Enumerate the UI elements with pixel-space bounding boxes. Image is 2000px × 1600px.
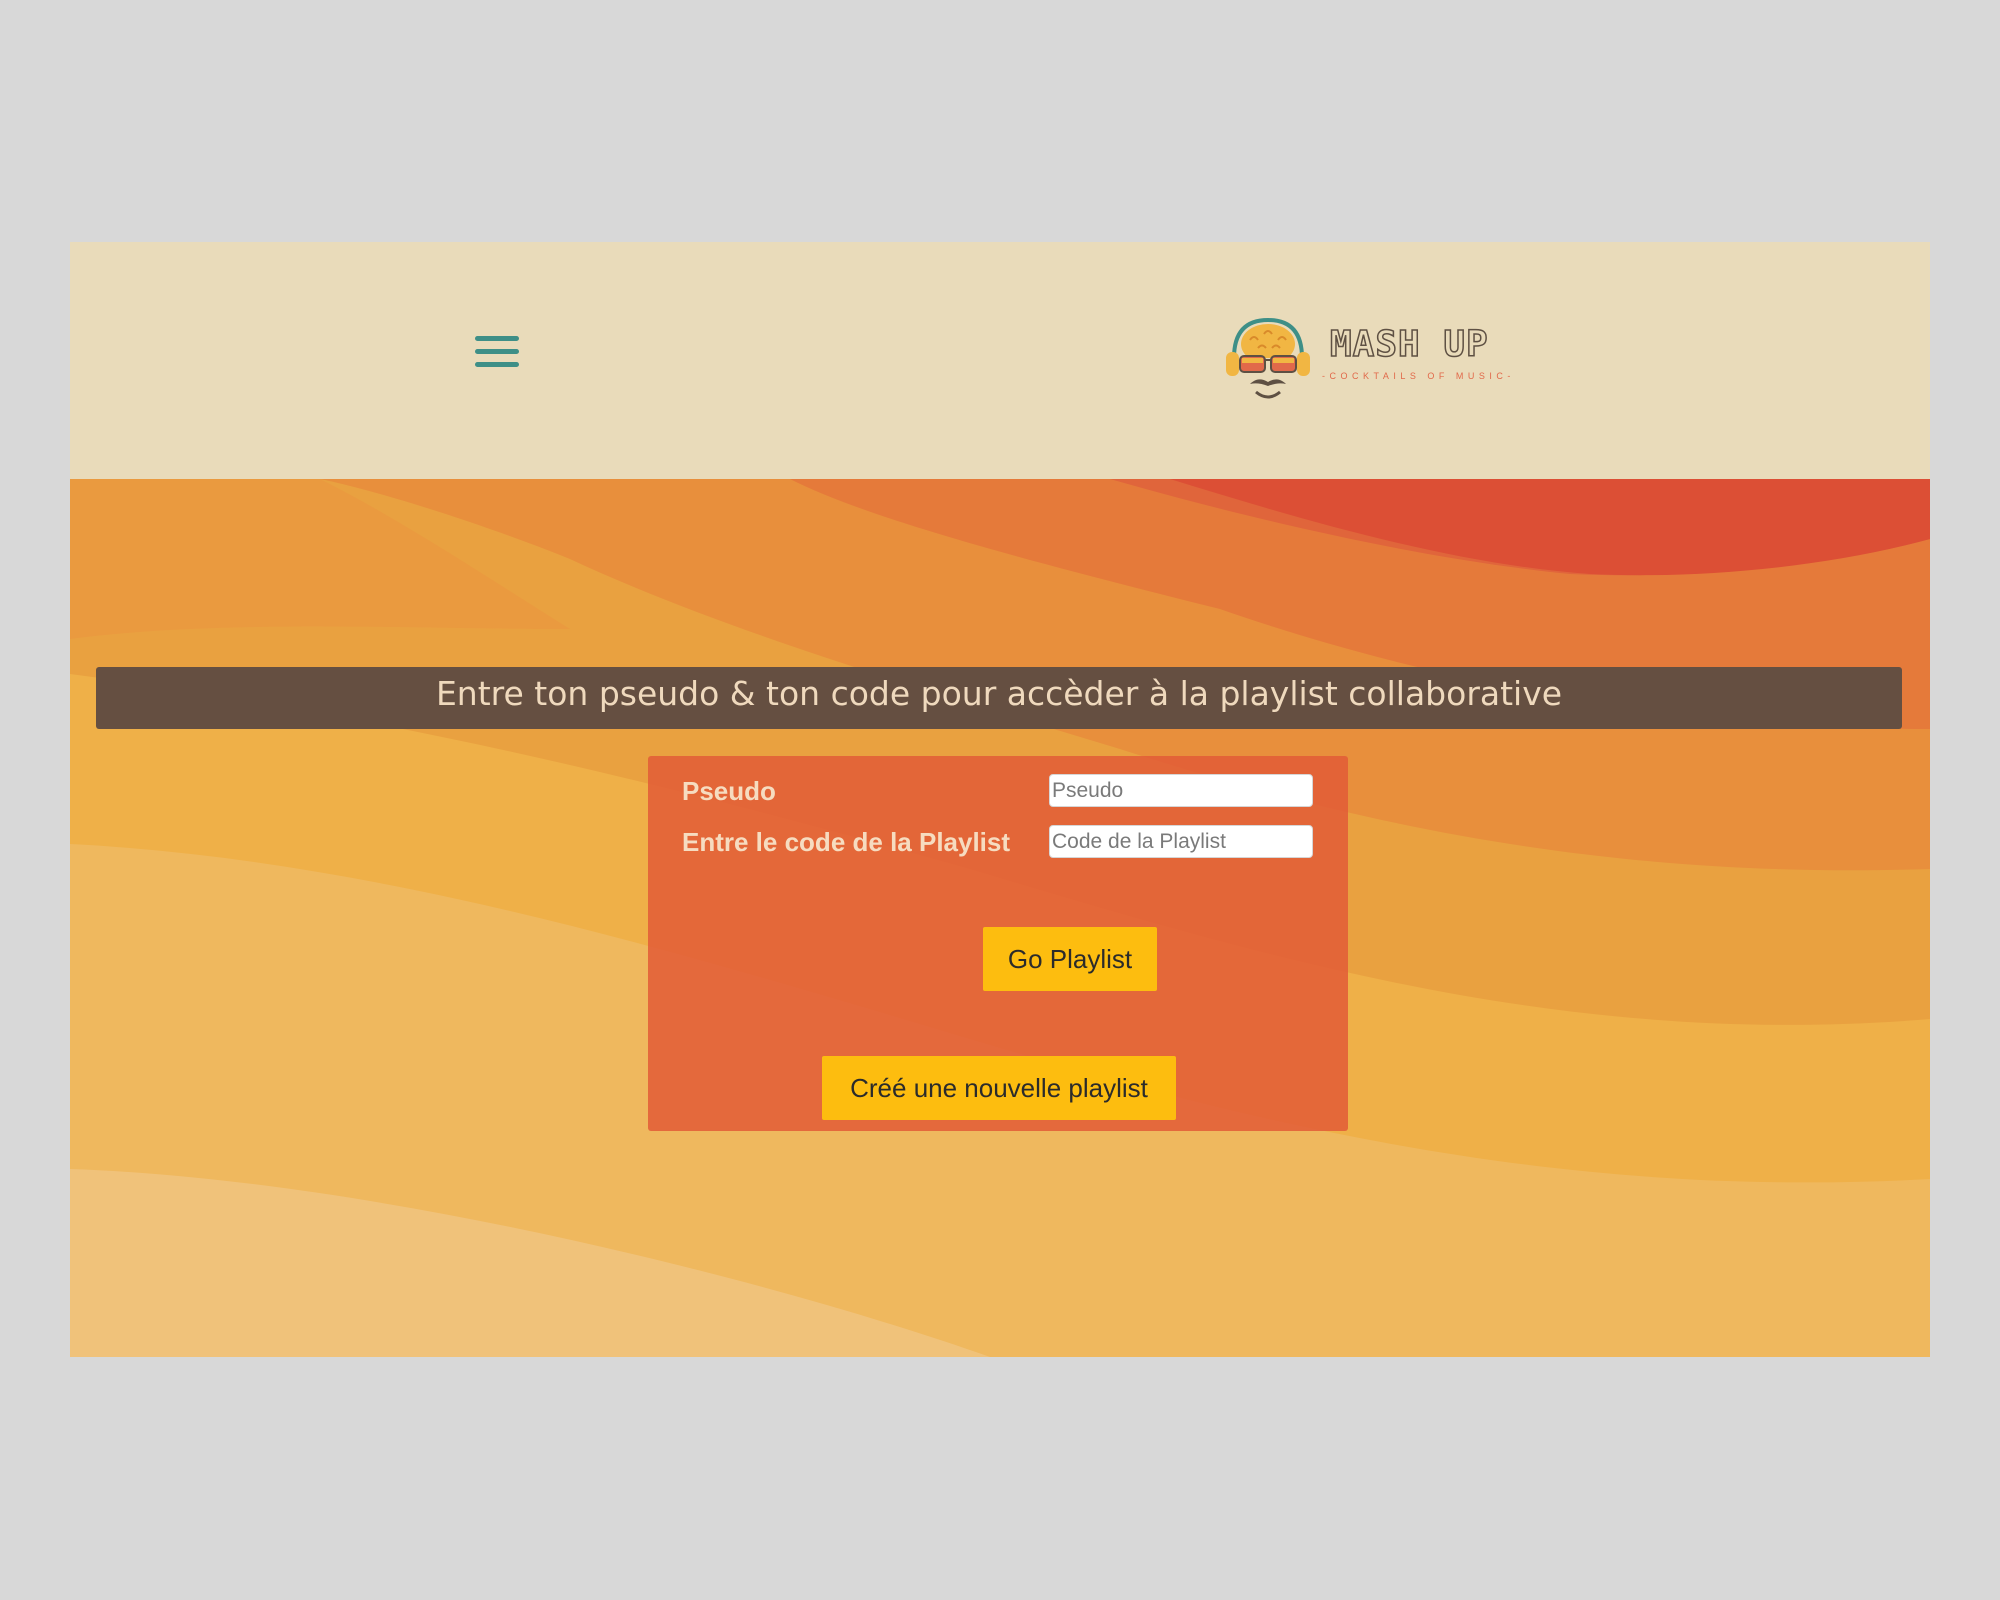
logo-tagline: -COCKTAILS OF MUSIC- — [1322, 371, 1515, 381]
playlist-code-label: Entre le code de la Playlist — [682, 827, 1011, 857]
playlist-code-input[interactable] — [1049, 825, 1313, 858]
dj-headphones-mustache-icon — [1226, 318, 1310, 399]
go-playlist-button[interactable]: Go Playlist — [983, 927, 1157, 991]
app-window: MASH UP -COCKTAILS OF MUSIC- Entre ton p… — [70, 242, 1930, 1357]
logo-title: MASH UP — [1329, 323, 1489, 366]
instruction-banner: Entre ton pseudo & ton code pour accèder… — [96, 667, 1902, 729]
site-logo[interactable]: MASH UP -COCKTAILS OF MUSIC- — [1220, 318, 1520, 404]
login-form-card: Pseudo Entre le code de la Playlist Go P… — [648, 756, 1348, 1131]
pseudo-input[interactable] — [1049, 774, 1313, 807]
pseudo-label: Pseudo — [682, 776, 776, 806]
site-header: MASH UP -COCKTAILS OF MUSIC- — [70, 242, 1930, 479]
hamburger-menu-icon[interactable] — [472, 334, 522, 374]
create-playlist-button[interactable]: Créé une nouvelle playlist — [822, 1056, 1176, 1120]
